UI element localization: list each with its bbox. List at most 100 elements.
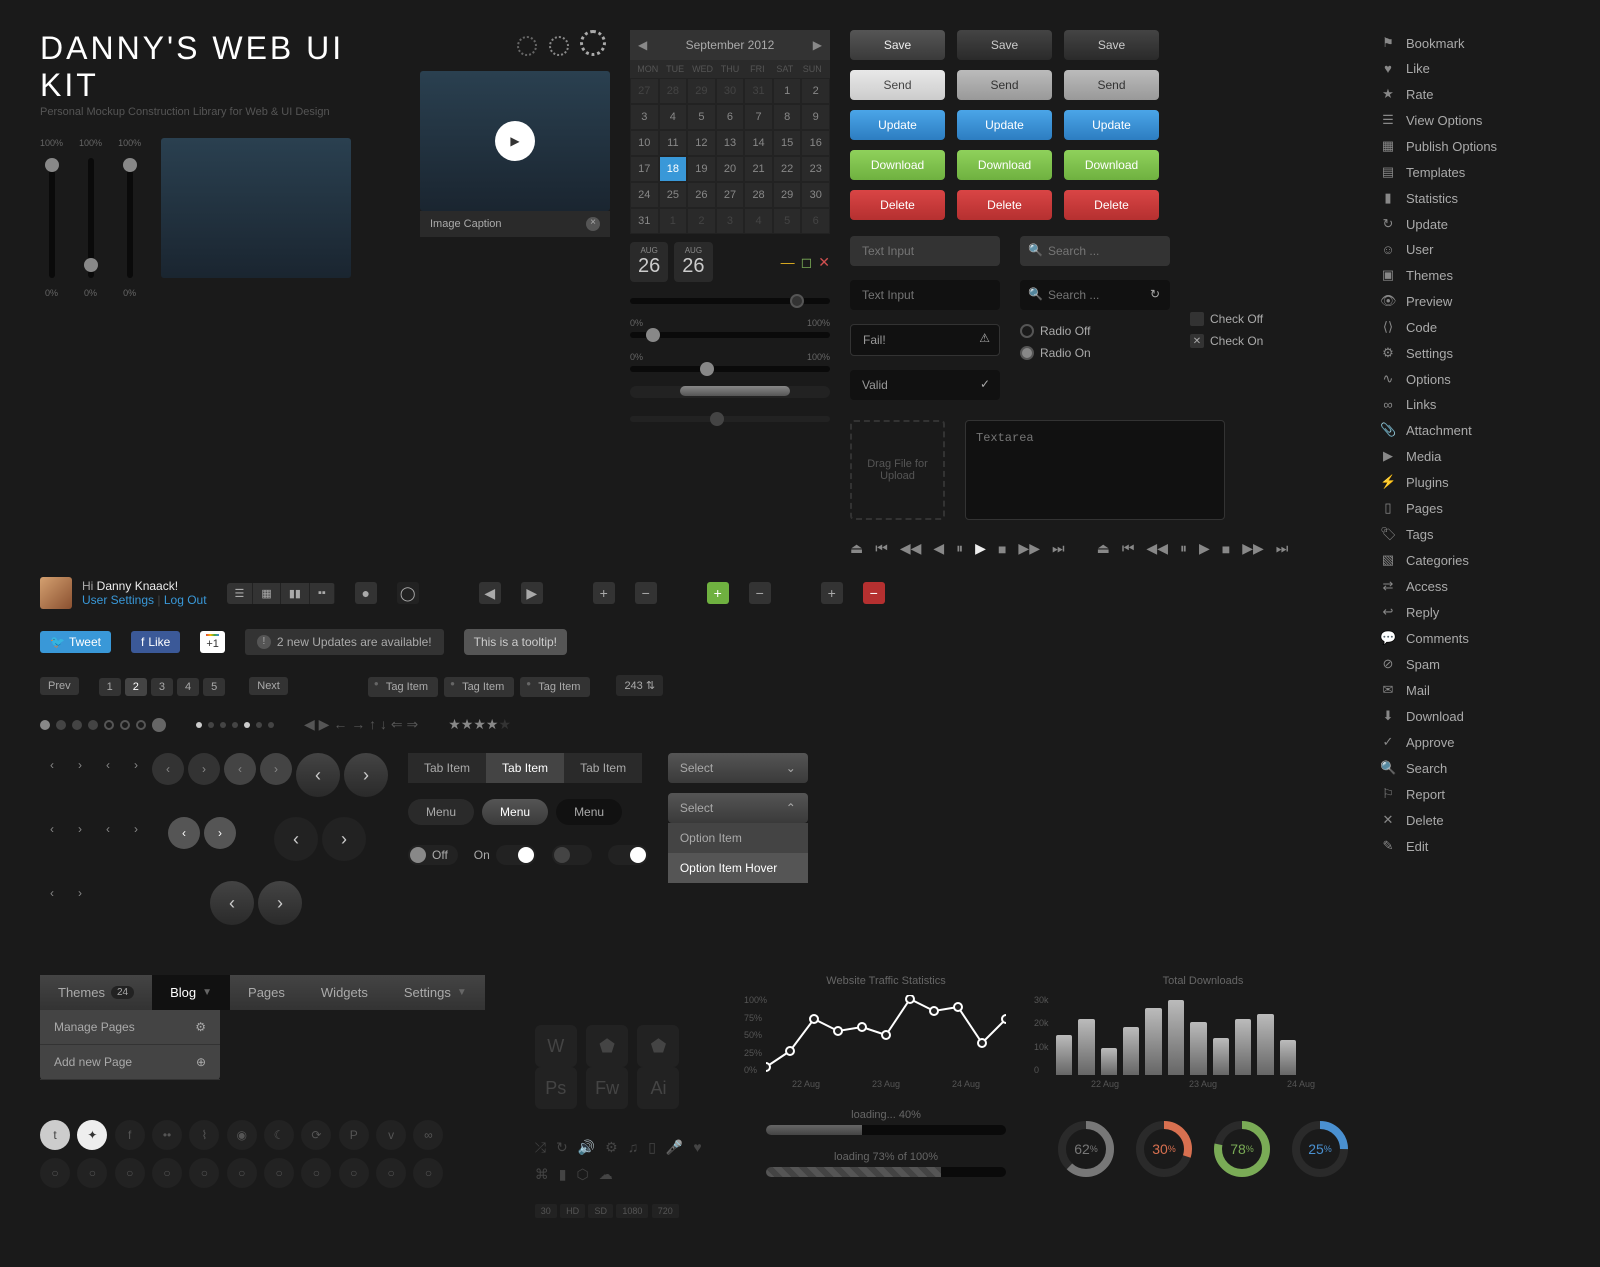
sidebar-item[interactable]: ▤ Templates [1380,159,1560,185]
social-icon[interactable]: ○ [339,1158,369,1188]
cal-day[interactable]: 23 [801,156,830,182]
cal-day[interactable]: 25 [659,182,688,208]
select-option[interactable]: Option Item Hover [668,853,808,883]
page-number[interactable]: 2 [125,678,147,696]
play-icon[interactable]: ▶ [975,540,986,557]
text-input[interactable] [850,280,1000,310]
tag-item[interactable]: Tag Item [444,677,514,697]
cal-day[interactable]: 21 [744,156,773,182]
prev-arrow-icon[interactable]: ‹ [274,817,318,861]
cal-day[interactable]: 30 [801,182,830,208]
check-off[interactable]: Check Off [1190,312,1263,326]
crescent-icon[interactable]: ☾ [264,1120,294,1150]
social-icon[interactable]: ○ [376,1158,406,1188]
cal-day[interactable]: 24 [630,182,659,208]
cal-day[interactable]: 7 [744,104,773,130]
prev-arrow-icon[interactable]: ‹ [96,817,120,841]
cal-next-icon[interactable]: ▶ [813,38,822,52]
check-on[interactable]: ✕Check On [1190,334,1263,348]
cal-day[interactable]: 31 [630,208,659,234]
calendar[interactable]: ◀ September 2012 ▶ MONTUEWEDTHUFRISATSUN… [630,30,830,234]
vertical-slider[interactable]: 100% 0% [79,138,102,298]
page-number[interactable]: 4 [177,678,199,696]
next-arrow-icon[interactable]: › [68,881,92,905]
cal-day[interactable]: 8 [773,104,802,130]
tweet-button[interactable]: 🐦 Tweet [40,631,111,653]
logout-link[interactable]: Log Out [164,593,207,607]
cal-day[interactable]: 1 [773,78,802,104]
cal-day[interactable]: 3 [630,104,659,130]
tab-item[interactable]: Tab Item [408,753,486,783]
minus-icon[interactable]: − [863,582,885,604]
video-thumb-1[interactable] [161,138,351,278]
sidebar-item[interactable]: ⚙ Settings [1380,340,1560,366]
plus-icon[interactable]: + [593,582,615,604]
cal-day[interactable]: 5 [687,104,716,130]
sidebar-item[interactable]: ▦ Publish Options [1380,133,1560,159]
social-icon[interactable]: ○ [152,1158,182,1188]
music-icon[interactable]: ♫ [628,1139,639,1156]
sidebar-item[interactable]: ★ Rate [1380,81,1560,107]
repeat-icon[interactable]: ↻ [556,1139,568,1156]
menu-item[interactable]: Add new Page⊕ [40,1045,220,1080]
next-arrow-icon[interactable]: › [124,753,148,777]
social-icon[interactable]: ○ [77,1158,107,1188]
cal-day[interactable]: 6 [801,208,830,234]
cal-day[interactable]: 20 [716,156,745,182]
horizontal-slider[interactable]: 0%100% [630,352,830,372]
cal-day[interactable]: 2 [801,78,830,104]
facebook-icon[interactable]: f [115,1120,145,1150]
prev-button[interactable]: Prev [40,677,79,695]
skip-prev-icon[interactable]: ⏮ [1122,540,1135,557]
tab-item[interactable]: Tab Item [564,753,642,783]
cal-prev-icon[interactable]: ◀ [638,38,647,52]
nav-tab[interactable]: Themes24 [40,975,152,1010]
prev-icon[interactable]: ◀ [479,582,501,604]
cal-day[interactable]: 26 [687,182,716,208]
eject-icon[interactable]: ⏏ [1097,540,1110,557]
cal-day[interactable]: 5 [773,208,802,234]
next-arrow-icon[interactable]: › [188,753,220,785]
next-arrow-icon[interactable]: › [68,753,92,777]
sidebar-item[interactable]: ☰ View Options [1380,107,1560,133]
sidebar-item[interactable]: ⇄ Access [1380,573,1560,599]
cal-day[interactable]: 14 [744,130,773,156]
ff-icon[interactable]: ▶▶ [1018,540,1040,557]
sidebar-item[interactable]: 💬 Comments [1380,625,1560,651]
bluetooth-icon[interactable]: ⌘ [535,1166,549,1183]
date-box[interactable]: AUG26 [674,242,712,282]
cal-day[interactable]: 10 [630,130,659,156]
page-number[interactable]: 3 [151,678,173,696]
menu-pill[interactable]: Menu [556,799,622,825]
rewind-icon[interactable]: ◀◀ [900,540,922,557]
select-option[interactable]: Option Item [668,823,808,853]
plus-icon[interactable]: + [821,582,843,604]
sidebar-item[interactable]: ♥ Like [1380,56,1560,81]
text-input-error[interactable] [850,324,1000,356]
vertical-slider[interactable]: 100% 0% [118,138,141,298]
update-button[interactable]: Update [957,110,1052,140]
menu-item[interactable]: Manage Pages⚙ [40,1010,220,1045]
sidebar-item[interactable]: ⬇ Download [1380,703,1560,729]
res-button[interactable]: HD [560,1204,585,1218]
pagination-dots[interactable] [40,718,166,732]
maximize-icon[interactable]: ◻ [801,254,813,271]
toggle[interactable] [608,845,648,865]
avatar[interactable] [40,577,72,609]
sidebar-item[interactable]: ∞ Links [1380,392,1560,417]
drag-upload[interactable]: Drag File for Upload [850,420,945,520]
pagination-dots-small[interactable] [196,722,274,728]
download-button[interactable]: Download [1064,150,1159,180]
nav-tab[interactable]: Pages [230,975,303,1010]
sidebar-item[interactable]: ▯ Pages [1380,495,1560,521]
counter[interactable]: 243 ⇅ [616,675,663,696]
sidebar-item[interactable]: ▶ Media [1380,443,1560,469]
cal-day[interactable]: 12 [687,130,716,156]
user-settings-link[interactable]: User Settings [82,593,154,607]
save-button[interactable]: Save [957,30,1052,60]
next-arrow-icon[interactable]: › [344,753,388,797]
play-icon[interactable]: ▶ [495,121,535,161]
sidebar-item[interactable]: ⚑ Bookmark [1380,30,1560,56]
cal-day[interactable]: 31 [744,78,773,104]
res-button[interactable]: SD [588,1204,613,1218]
